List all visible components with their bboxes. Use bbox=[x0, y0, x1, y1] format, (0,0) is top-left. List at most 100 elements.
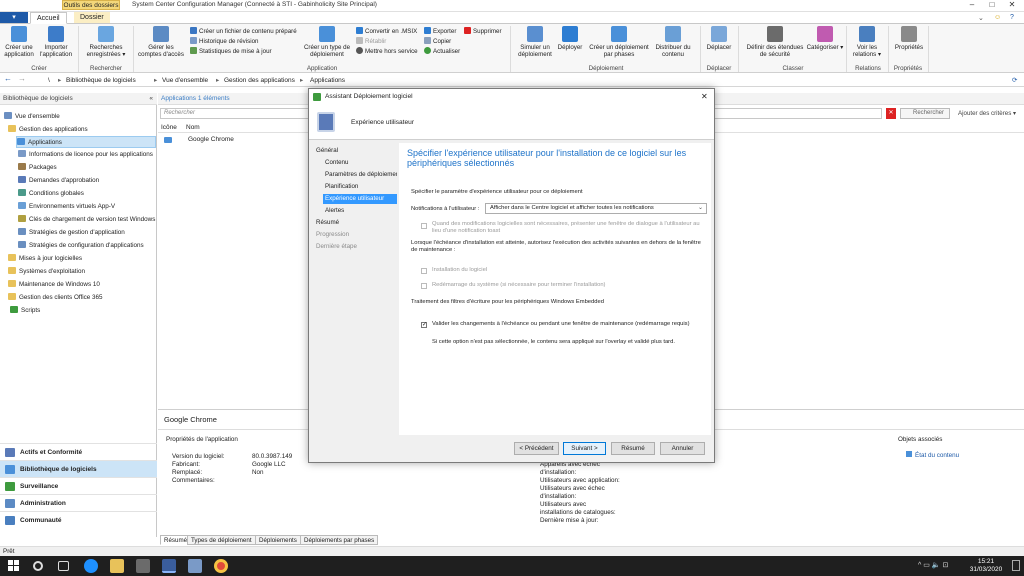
workspace-assets-compliance[interactable]: Actifs et Conformité bbox=[0, 443, 157, 460]
breadcrumb-root[interactable]: \ bbox=[48, 76, 50, 85]
tree-item-global-conditions[interactable]: Conditions globales bbox=[18, 188, 84, 200]
clock-time[interactable]: 15:21 bbox=[966, 558, 1006, 565]
tree-item-windows10-servicing[interactable]: Maintenance de Windows 10 bbox=[8, 279, 100, 291]
search-button[interactable]: Rechercher bbox=[900, 108, 950, 119]
tree-item-license-info[interactable]: Informations de licence pour les applica… bbox=[18, 149, 156, 161]
minimize-button[interactable]: – bbox=[962, 0, 982, 10]
step-summary[interactable]: Résumé bbox=[316, 218, 339, 228]
move-button[interactable]: Déplacer bbox=[703, 26, 735, 51]
tab-deployments[interactable]: Déploiements bbox=[255, 535, 301, 545]
retire-button[interactable]: Mettre hors service bbox=[356, 47, 418, 56]
breadcrumb-software-library[interactable]: Bibliothèque de logiciels bbox=[66, 76, 136, 85]
set-security-scopes-button[interactable]: Définir des étendues de sécurité bbox=[746, 26, 804, 58]
commit-changes-checkbox[interactable] bbox=[421, 321, 427, 328]
workspace-monitoring[interactable]: Surveillance bbox=[0, 477, 157, 494]
tab-deployment-types[interactable]: Types de déploiement bbox=[187, 535, 256, 545]
saved-searches-button[interactable]: Recherches enregistrées ▾ bbox=[82, 26, 130, 58]
workspace-community[interactable]: Communauté bbox=[0, 511, 157, 528]
close-window-button[interactable]: ✕ bbox=[1002, 0, 1022, 10]
collapse-nav-icon[interactable]: « bbox=[149, 93, 153, 105]
tab-phased-deployments[interactable]: Déploiements par phases bbox=[300, 535, 379, 545]
previous-button[interactable]: < Précédent bbox=[514, 442, 559, 455]
system-tray[interactable]: ^ ▭ 🔈 ⊡ bbox=[918, 561, 948, 569]
clock-date[interactable]: 31/03/2020 bbox=[966, 566, 1006, 573]
file-explorer-icon[interactable] bbox=[110, 559, 124, 573]
maximize-button[interactable]: □ bbox=[982, 0, 1002, 10]
reinstate-button[interactable]: Rétablir bbox=[356, 37, 386, 46]
breadcrumb-overview[interactable]: Vue d'ensemble bbox=[162, 76, 208, 85]
back-button[interactable]: ← bbox=[4, 74, 12, 83]
create-phased-deployment-button[interactable]: Créer un déploiement par phases bbox=[588, 26, 650, 58]
workspace-administration[interactable]: Administration bbox=[0, 494, 157, 511]
tree-item-app-management[interactable]: Gestion des applications bbox=[8, 124, 88, 136]
column-header-icon[interactable]: Icône bbox=[161, 123, 177, 133]
revision-history-button[interactable]: Historique de révision bbox=[190, 37, 259, 46]
ribbon-collapse-icon[interactable]: ⌄ bbox=[978, 14, 984, 22]
step-user-experience[interactable]: Expérience utilisateur bbox=[323, 194, 397, 204]
task-view-icon[interactable] bbox=[58, 561, 69, 571]
cancel-button[interactable]: Annuler bbox=[660, 442, 705, 455]
tree-item-office365[interactable]: Gestion des clients Office 365 bbox=[8, 292, 103, 304]
content-status-link[interactable]: État du contenu bbox=[906, 451, 959, 460]
tree-item-app-config-policies[interactable]: Stratégies de configuration d'applicatio… bbox=[18, 240, 144, 252]
tree-item-packages[interactable]: Packages bbox=[18, 162, 57, 174]
step-alerts[interactable]: Alertes bbox=[325, 206, 344, 216]
distribute-content-button[interactable]: Distribuer du contenu bbox=[652, 26, 694, 58]
tree-item-scripts[interactable]: Scripts bbox=[10, 305, 40, 317]
step-content[interactable]: Contenu bbox=[325, 158, 348, 168]
manage-access-accounts-button[interactable]: Gérer les comptes d'accès bbox=[136, 26, 186, 58]
tree-item-sideloading-keys[interactable]: Clés de chargement de version test Windo… bbox=[18, 214, 156, 226]
workspace-software-library[interactable]: Bibliothèque de logiciels bbox=[0, 460, 157, 477]
close-icon[interactable]: ✕ bbox=[701, 89, 708, 105]
notifications-select[interactable]: Afficher dans le Centre logiciel et affi… bbox=[485, 203, 707, 214]
feedback-icon[interactable]: ☺ bbox=[994, 14, 1001, 21]
breadcrumb-app-management[interactable]: Gestion des applications bbox=[224, 76, 295, 85]
next-button[interactable]: Suivant > bbox=[563, 442, 606, 455]
delete-button[interactable]: Supprimer bbox=[464, 27, 502, 36]
view-relationships-button[interactable]: Voir les relations ▾ bbox=[850, 26, 884, 58]
configmgr-taskbar-icon[interactable] bbox=[162, 559, 176, 573]
help-icon[interactable]: ? bbox=[1010, 14, 1014, 21]
wizard-taskbar-icon[interactable] bbox=[188, 559, 202, 573]
add-criteria-button[interactable]: Ajouter des critères ▾ bbox=[958, 109, 1016, 118]
terminal-icon[interactable] bbox=[136, 559, 150, 573]
breadcrumb-applications[interactable]: Applications bbox=[310, 76, 345, 85]
update-statistics-button[interactable]: Statistiques de mise à jour bbox=[190, 47, 272, 56]
summary-button[interactable]: Résumé bbox=[611, 442, 655, 455]
deploy-button[interactable]: Déployer bbox=[556, 26, 584, 51]
column-header-name[interactable]: Nom bbox=[186, 123, 200, 133]
tree-item-approval-requests[interactable]: Demandes d'approbation bbox=[18, 175, 99, 187]
tree-item-operating-systems[interactable]: Systèmes d'exploitation bbox=[8, 266, 85, 278]
search-icon[interactable] bbox=[33, 561, 43, 571]
tree-item-appv-environments[interactable]: Environnements virtuels App-V bbox=[18, 201, 115, 213]
chrome-icon[interactable] bbox=[214, 559, 228, 573]
export-button[interactable]: Exporter bbox=[424, 27, 456, 36]
simulate-deployment-button[interactable]: Simuler un déploiement bbox=[514, 26, 556, 58]
windows-start-icon[interactable] bbox=[8, 560, 20, 572]
categorize-button[interactable]: Catégoriser ▾ bbox=[806, 26, 844, 51]
refresh-address-icon[interactable]: ⟳ bbox=[1012, 76, 1017, 85]
dialog-instead-of-toast-checkbox[interactable] bbox=[421, 223, 427, 229]
create-prestaged-content-button[interactable]: Créer un fichier de contenu préparé bbox=[190, 27, 297, 36]
create-deployment-type-button[interactable]: Créer un type de déploiement bbox=[302, 26, 352, 58]
notifications-icon[interactable] bbox=[1012, 560, 1020, 571]
step-scheduling[interactable]: Planification bbox=[325, 182, 358, 192]
step-deployment-settings[interactable]: Paramètres de déploiement bbox=[325, 170, 397, 180]
forward-button[interactable]: → bbox=[18, 74, 26, 83]
tree-item-app-management-policies[interactable]: Stratégies de gestion d'application bbox=[18, 227, 125, 239]
convert-msix-button[interactable]: Convertir en .MSIX bbox=[356, 27, 417, 36]
tree-item-applications[interactable]: Applications bbox=[16, 136, 156, 148]
copy-button[interactable]: Copier bbox=[424, 37, 451, 46]
refresh-button[interactable]: Actualiser bbox=[424, 47, 460, 56]
software-install-checkbox[interactable] bbox=[421, 268, 427, 274]
tab-accueil[interactable]: Accueil bbox=[30, 12, 67, 24]
tree-item-overview[interactable]: Vue d'ensemble bbox=[4, 111, 60, 123]
clear-search-icon[interactable]: ✕ bbox=[886, 108, 896, 119]
tree-item-software-updates[interactable]: Mises à jour logicielles bbox=[8, 253, 82, 265]
step-general[interactable]: Général bbox=[316, 146, 338, 156]
properties-button[interactable]: Propriétés bbox=[892, 26, 926, 51]
create-application-button[interactable]: Créer une application bbox=[2, 26, 36, 58]
import-application-button[interactable]: Importer l'application bbox=[38, 26, 74, 58]
system-restart-checkbox[interactable] bbox=[421, 283, 427, 289]
edge-icon[interactable] bbox=[84, 559, 98, 573]
